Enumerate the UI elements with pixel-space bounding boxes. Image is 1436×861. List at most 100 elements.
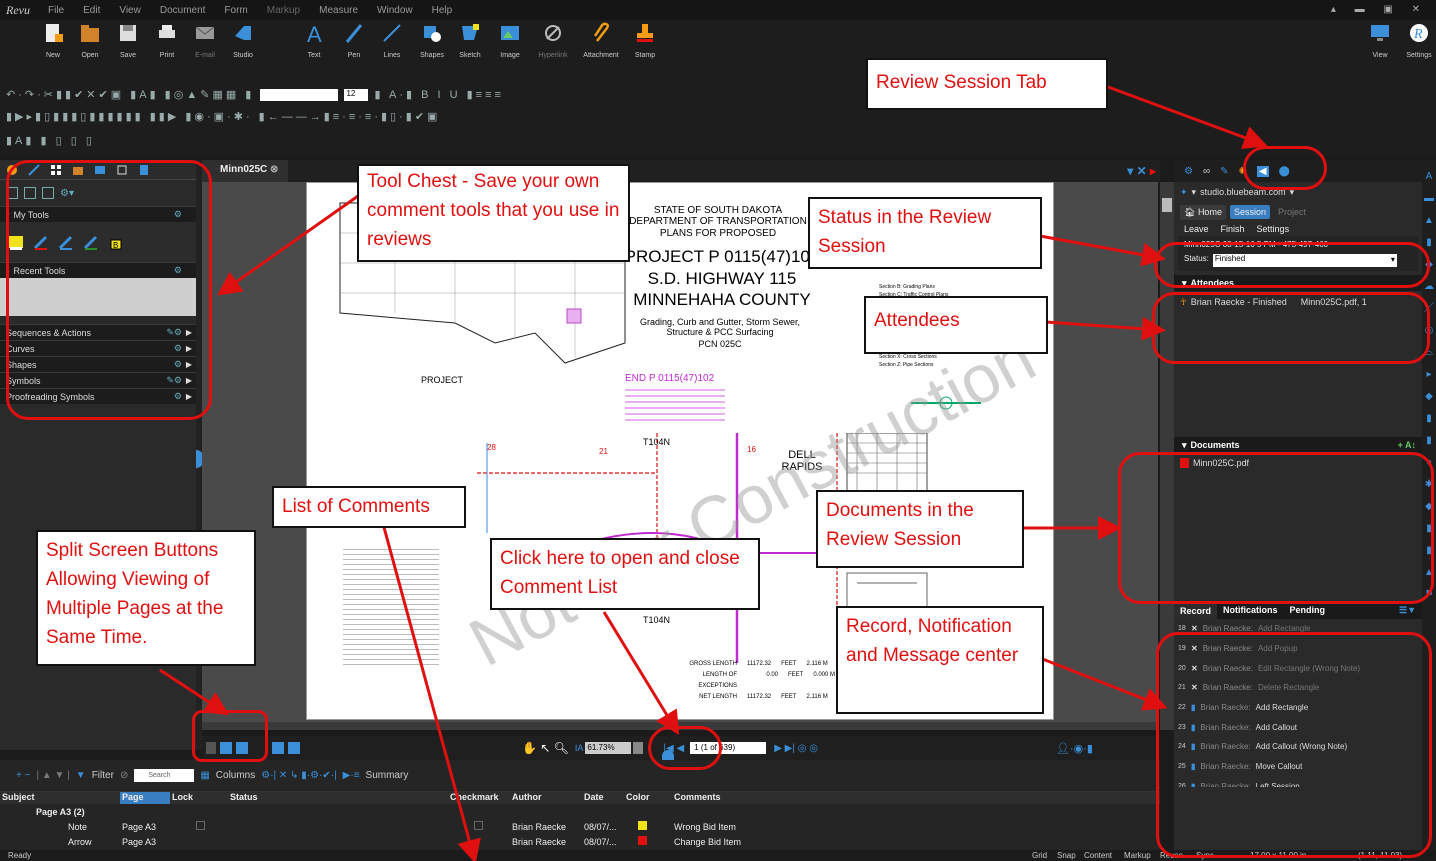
menu-edit[interactable]: Edit — [83, 5, 100, 16]
format-row-3[interactable]: ▮A▮ ▮ ▯ ▯ ▯ — [6, 134, 95, 152]
tab-minn025c[interactable]: Minn025C ⊗ — [202, 160, 289, 182]
home-button[interactable]: 🏠︎ Home — [1180, 204, 1226, 220]
zoom-field[interactable]: 61.73% — [585, 742, 632, 754]
markup-toggle[interactable]: Markup — [1124, 851, 1151, 860]
columns-button[interactable]: Columns — [216, 770, 255, 781]
col-status[interactable]: Status — [228, 792, 448, 804]
attachment-tool-button[interactable]: Attachment — [578, 22, 624, 59]
tab-pending[interactable]: Pending — [1284, 602, 1332, 618]
col-color[interactable]: Color — [624, 792, 672, 804]
pen-icon — [345, 24, 363, 43]
tile-view-icon[interactable] — [288, 742, 300, 754]
title-dept: DEPARTMENT OF TRANSPORTATION — [629, 216, 807, 227]
menu-document[interactable]: Document — [160, 5, 206, 16]
pen-label: Pen — [347, 52, 361, 59]
settings-button[interactable]: R Settings — [1396, 22, 1436, 59]
col-checkmark[interactable]: Checkmark — [448, 792, 510, 804]
save-label: Save — [120, 52, 136, 59]
table-row[interactable]: Note Page A3 Brian Raecke 08/07/... Wron… — [0, 819, 1160, 834]
color-swatch — [638, 836, 647, 845]
format-row-1[interactable]: ↶·↷·✂▮▮✔✕✔▣ ▮A▮ ▮◎▲✎▦▦ ▮ 12 ▮ A·▮ B I U … — [6, 88, 504, 106]
callout-attendees: Attendees — [864, 296, 1048, 354]
format-row-2[interactable]: ▮▶▸▮▯▮▮▮▯▮▮▮▮▮▮ ▮▮▶ ▮◉·▣·✱· ▮←——→▮≡·≡·≡·… — [6, 110, 440, 128]
text-select-icon[interactable]: IA — [575, 743, 584, 753]
col-date[interactable]: Date — [582, 792, 624, 804]
menu-measure[interactable]: Measure — [319, 5, 358, 16]
snap-toggle[interactable]: Snap — [1057, 851, 1076, 860]
properties-tab-icon[interactable]: ⚙ — [1184, 166, 1193, 177]
callout-tool-chest: Tool Chest - Save your own comment tools… — [357, 164, 630, 262]
search-input[interactable]: Search — [134, 769, 195, 782]
grid-toggle[interactable]: Grid — [1032, 851, 1047, 860]
summary-button[interactable]: Summary — [366, 770, 409, 781]
project-button[interactable]: Project — [1274, 205, 1310, 219]
add-document-icon[interactable]: + A↕ — [1398, 440, 1416, 450]
session-actions: Leave Finish Settings — [1174, 222, 1422, 236]
summary-icon[interactable]: ▶·≡ — [343, 770, 360, 781]
sort-icon[interactable]: | ▲ ▼ | — [36, 770, 69, 781]
project-label: PROJECT — [421, 375, 464, 385]
finish-button[interactable]: Finish — [1217, 222, 1249, 236]
settings-icon[interactable]: ⚙·| ✕ ↳ ▮·⚙·✔·| — [261, 770, 336, 781]
add-comment-icon[interactable]: + − — [16, 770, 30, 781]
hyperlink-tool-button[interactable]: Hyperlink — [530, 22, 576, 59]
table-row[interactable]: Arrow Page A3 Brian Raecke 08/07/... Cha… — [0, 834, 1160, 849]
font-size-select[interactable]: 12 — [344, 89, 369, 102]
menu-markup[interactable]: Markup — [267, 5, 300, 16]
zoom-dropdown-icon[interactable] — [633, 742, 644, 754]
leave-button[interactable]: Leave — [1180, 222, 1213, 236]
menu-window[interactable]: Window — [377, 5, 413, 16]
close-tab-icon[interactable]: ⊗ — [270, 164, 278, 175]
col-subject[interactable]: Subject — [0, 792, 120, 804]
menu-view[interactable]: View — [119, 5, 141, 16]
last-page-icon[interactable]: ▶ ▶| ◎ ◎ — [774, 743, 818, 754]
tab-label: Minn025C — [220, 164, 268, 175]
col-author[interactable]: Author — [510, 792, 582, 804]
menu-form[interactable]: Form — [224, 5, 247, 16]
columns-icon[interactable]: ▦ — [200, 770, 209, 781]
length-value: 0.00 — [766, 672, 778, 678]
content-toggle[interactable]: Content — [1084, 851, 1112, 860]
markup-tools-icon[interactable]: 👤︎·◉·▮ — [1056, 742, 1093, 755]
tab-controls[interactable]: ▾ ✕ ▸ — [1127, 164, 1156, 178]
comments-list-panel: + − | ▲ ▼ | ▼ Filter ⊘ Search ▦ Columns … — [0, 760, 1160, 850]
checkmark-checkbox[interactable] — [474, 821, 483, 830]
comment-group[interactable]: Page A3 (2) — [0, 804, 1160, 819]
documents-header[interactable]: ▾ Documents + A↕ — [1174, 437, 1422, 453]
menu-file[interactable]: File — [48, 5, 64, 16]
title-project: PROJECT P 0115(47)102 — [624, 247, 820, 266]
clear-filter-icon[interactable]: ⊘ — [120, 770, 128, 781]
stamp-tool-button[interactable]: Stamp — [622, 22, 668, 59]
col-lock[interactable]: Lock — [170, 792, 228, 804]
studio-button[interactable]: Studio — [220, 22, 266, 59]
scroll-thumb[interactable] — [1162, 198, 1172, 212]
lock-checkbox[interactable] — [196, 821, 205, 830]
font-family-select[interactable] — [260, 89, 339, 102]
tab-notifications[interactable]: Notifications — [1217, 602, 1284, 618]
pan-tool-icon[interactable]: ✋ ↖ 🔍︎ — [522, 741, 569, 755]
filter-icon[interactable]: ▼ — [76, 770, 86, 781]
window-controls[interactable]: ▴ ▬ ▣ ✕ — [1331, 4, 1428, 15]
pen-tab-icon[interactable]: ✎ — [1220, 166, 1228, 177]
sync-view-icon[interactable] — [272, 742, 284, 754]
menu-help[interactable]: Help — [432, 5, 453, 16]
highlight-ring-tool-chest — [6, 160, 212, 420]
session-settings-button[interactable]: Settings — [1253, 222, 1294, 236]
session-button[interactable]: Session — [1229, 205, 1270, 219]
length-table: GROSS LENGTH 11172.32 FEET 2.116 M LENGTH O… — [667, 659, 835, 703]
svg-text:A: A — [307, 22, 322, 44]
col-comments[interactable]: Comments — [672, 792, 872, 804]
save-icon — [120, 25, 136, 41]
length-miles: 0.000 M — [813, 672, 836, 678]
format-toolbars: ↶·↷·✂▮▮✔✕✔▣ ▮A▮ ▮◎▲✎▦▦ ▮ 12 ▮ A·▮ B I U … — [0, 86, 1436, 156]
filter-icon[interactable]: ☰▼ — [1393, 602, 1422, 619]
new-icon — [46, 24, 63, 42]
col-page[interactable]: Page — [120, 792, 170, 804]
email-icon — [195, 26, 215, 39]
sketch-icon — [462, 24, 479, 40]
filter-button[interactable]: Filter — [92, 770, 114, 781]
title-state: STATE OF SOUTH DAKOTA — [653, 205, 783, 216]
binoculars-tab-icon[interactable]: ∞ — [1203, 166, 1210, 177]
cell-page: Page A3 — [122, 836, 157, 847]
image-tool-button[interactable]: Image — [487, 22, 533, 59]
